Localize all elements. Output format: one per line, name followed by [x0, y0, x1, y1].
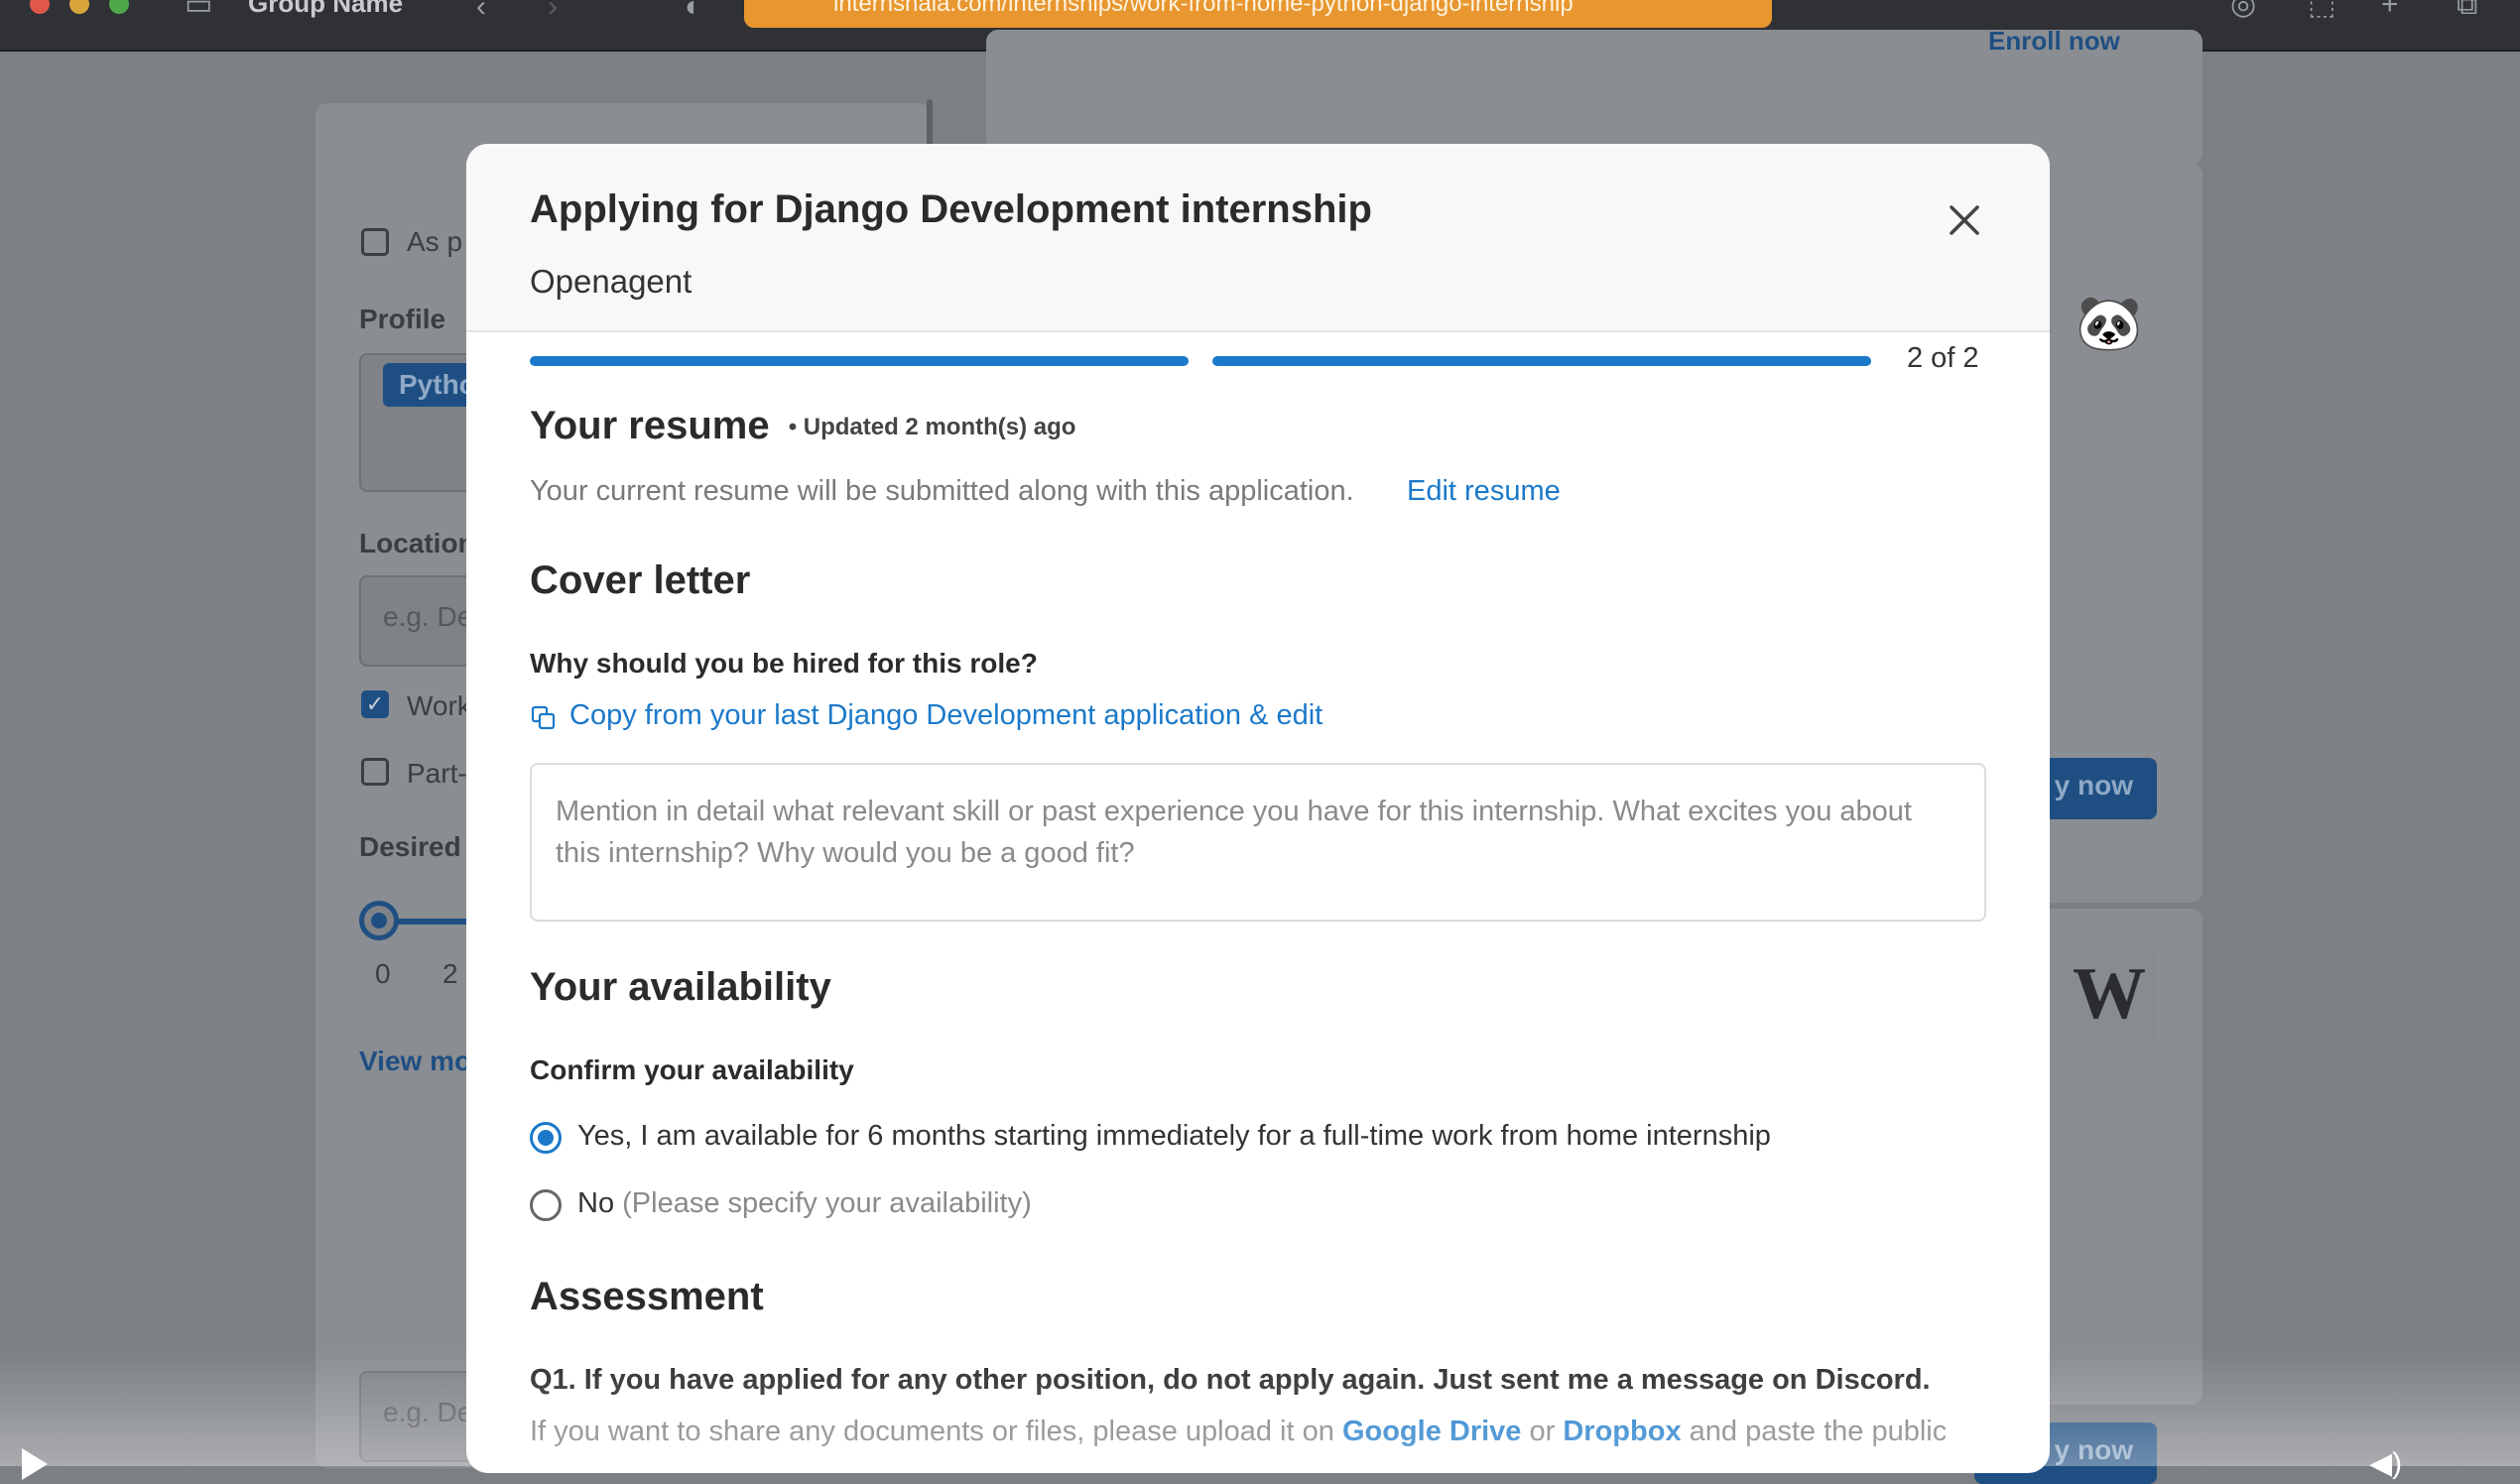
- maximize-window-button[interactable]: [109, 0, 129, 14]
- bg-as-per-label: As p: [407, 226, 463, 257]
- tab-overview-icon[interactable]: ⧉: [2457, 0, 2477, 20]
- bg-checkbox-as-per: [361, 228, 389, 256]
- bg-slider-min: 0: [375, 958, 391, 989]
- cover-letter-question: Why should you be hired for this role?: [530, 648, 1038, 679]
- share-icon[interactable]: ⬚: [2308, 0, 2335, 20]
- progress-step-2: [1212, 356, 1871, 366]
- bg-checkbox-part-time: [361, 758, 389, 786]
- bg-checkbox-wfh: ✓: [361, 690, 389, 718]
- url-text: internshala.com/internships/work-from-ho…: [833, 0, 1574, 17]
- bg-desired-label: Desired: [359, 831, 461, 862]
- bg-bottom-placeholder: e.g. De: [383, 1397, 473, 1427]
- assessment-question-1-sub: If you want to share any documents or fi…: [530, 1416, 1947, 1448]
- application-modal: Applying for Django Development internsh…: [466, 144, 2050, 1473]
- close-window-button[interactable]: [30, 0, 50, 14]
- sidebar-icon[interactable]: ▭: [185, 0, 212, 20]
- bg-location-placeholder: e.g. De: [383, 601, 473, 632]
- tab-group-name[interactable]: Group Name: [248, 0, 403, 19]
- forward-icon[interactable]: ›: [548, 0, 558, 22]
- bg-company-logo-w: W: [2062, 946, 2157, 1042]
- dropbox-link[interactable]: Dropbox: [1563, 1416, 1681, 1447]
- modal-title: Applying for Django Development internsh…: [530, 187, 1372, 231]
- resume-updated: • Updated 2 month(s) ago: [788, 414, 1076, 441]
- bg-apply-now-label-2: y now: [2054, 1434, 2133, 1465]
- q1-sub-suffix: and paste the public: [1689, 1416, 1948, 1447]
- availability-no-text: No: [577, 1187, 615, 1219]
- progress-counter: 2 of 2: [1907, 342, 1979, 374]
- new-tab-icon[interactable]: +: [2381, 0, 2399, 20]
- availability-yes-radio[interactable]: [530, 1122, 562, 1154]
- minimize-window-button[interactable]: [69, 0, 89, 14]
- download-icon[interactable]: ◎: [2230, 0, 2256, 20]
- bg-enroll-link: Enroll now: [1988, 26, 2120, 56]
- bg-part-time-label: Part-: [407, 758, 467, 789]
- availability-no-radio[interactable]: [530, 1189, 562, 1221]
- volume-icon[interactable]: ◀): [2369, 1446, 2402, 1481]
- back-icon[interactable]: ‹: [476, 0, 486, 22]
- address-bar[interactable]: internshala.com/internships/work-from-ho…: [744, 0, 1772, 28]
- cover-letter-heading: Cover letter: [530, 558, 751, 602]
- bg-apply-now-label-1: y now: [2054, 770, 2133, 801]
- availability-yes-label[interactable]: Yes, I am available for 6 months startin…: [577, 1120, 1771, 1153]
- assessment-heading: Assessment: [530, 1275, 764, 1318]
- bg-view-more-link: View mo: [359, 1046, 472, 1076]
- modal-header: Applying for Django Development internsh…: [466, 144, 2050, 332]
- google-drive-link[interactable]: Google Drive: [1342, 1416, 1522, 1447]
- availability-heading: Your availability: [530, 965, 831, 1009]
- play-icon[interactable]: [22, 1448, 48, 1480]
- bg-location-label: Location: [359, 528, 475, 558]
- availability-label: Confirm your availability: [530, 1054, 854, 1085]
- shield-icon[interactable]: ◐: [685, 0, 702, 22]
- q1-sub-or: or: [1529, 1416, 1556, 1447]
- resume-note: Your current resume will be submitted al…: [530, 475, 1354, 507]
- close-modal-button[interactable]: [1940, 195, 1989, 245]
- resume-heading: Your resume • Updated 2 month(s) ago: [530, 404, 1075, 448]
- resume-heading-text: Your resume: [530, 404, 770, 447]
- close-icon: [1950, 205, 1979, 235]
- bg-slider-knob: [359, 901, 399, 940]
- bg-slider-next: 2: [442, 958, 458, 989]
- availability-no-hint: (Please specify your availability): [622, 1187, 1032, 1219]
- edit-resume-link[interactable]: Edit resume: [1407, 475, 1561, 508]
- bg-wfh-label: Work: [407, 690, 471, 721]
- copy-icon[interactable]: [530, 704, 558, 732]
- availability-yes-text: Yes, I am available for 6 months startin…: [577, 1120, 1771, 1152]
- bg-profile-label: Profile: [359, 304, 446, 334]
- copy-last-application-link[interactable]: Copy from your last Django Development a…: [569, 699, 1323, 732]
- cover-letter-input[interactable]: [530, 763, 1986, 922]
- q1-sub-prefix: If you want to share any documents or fi…: [530, 1416, 1334, 1447]
- bg-company-logo-panda: 🐼: [2070, 284, 2149, 363]
- assessment-question-1: Q1. If you have applied for any other po…: [530, 1364, 1931, 1396]
- availability-no-label[interactable]: No (Please specify your availability): [577, 1187, 1032, 1220]
- progress-step-1: [530, 356, 1189, 366]
- company-name: Openagent: [530, 263, 693, 300]
